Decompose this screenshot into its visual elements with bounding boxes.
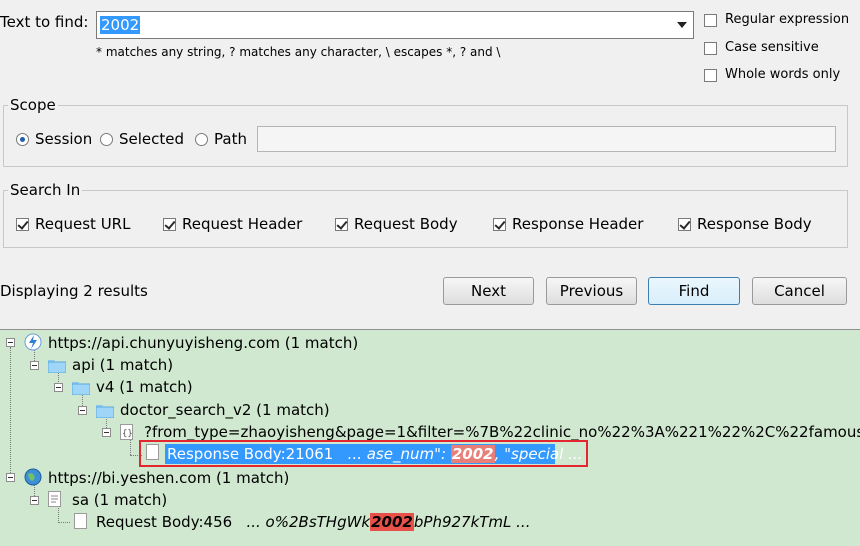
result-context-after: bPh927kTmL ... [413, 513, 531, 531]
result-match: 2002 [450, 445, 495, 463]
result-context-after: , "special ... [494, 445, 583, 463]
tree-guide [58, 505, 59, 523]
path-label: Path [214, 130, 247, 148]
tree-node-request[interactable]: ?from_type=zhaoyisheng&page=1&filter=%7B… [144, 423, 860, 441]
results-tree[interactable]: https://api.chunyuyisheng.com (1 match) … [0, 329, 860, 546]
folder-icon [71, 380, 91, 396]
regex-checkbox[interactable] [704, 13, 717, 27]
path-radio[interactable] [195, 132, 208, 146]
session-label: Session [35, 130, 93, 148]
tree-node-folder[interactable]: api (1 match) [72, 356, 173, 374]
tree-node-folder[interactable]: v4 (1 match) [96, 378, 193, 396]
selected-label: Selected [119, 130, 185, 148]
collapse-toggle[interactable] [6, 473, 15, 482]
request-url-option[interactable]: Request URL [16, 215, 130, 233]
globe-icon [24, 468, 42, 486]
folder-icon [47, 358, 67, 374]
svg-text:{}: {} [122, 429, 133, 439]
request-header-checkbox[interactable] [163, 217, 176, 231]
request-body-label: Request Body [354, 215, 458, 233]
scope-session-option[interactable]: Session [16, 130, 92, 148]
request-url-label: Request URL [35, 215, 131, 233]
tree-node-host[interactable]: https://bi.yeshen.com (1 match) [48, 469, 289, 487]
regex-option[interactable]: Regular expression [704, 12, 849, 28]
search-in-title: Search In [8, 181, 83, 199]
whole-words-label: Whole words only [725, 67, 841, 82]
text-file-icon [48, 491, 61, 507]
response-header-option[interactable]: Response Header [493, 215, 643, 233]
path-input[interactable] [257, 126, 836, 152]
scope-selected-option[interactable]: Selected [100, 130, 184, 148]
tree-node-folder[interactable]: doctor_search_v2 (1 match) [120, 401, 330, 419]
tree-node-host[interactable]: https://api.chunyuyisheng.com (1 match) [48, 334, 358, 352]
wildcard-hint: * matches any string, ? matches any char… [96, 45, 501, 59]
result-context-before: ... ase_num": [347, 445, 451, 463]
tree-node-request[interactable]: sa (1 match) [72, 491, 167, 509]
lightning-globe-icon [24, 333, 42, 351]
result-location: Response Body:21061 [167, 445, 334, 463]
file-icon [74, 513, 87, 529]
scope-path-option[interactable]: Path [195, 130, 247, 148]
result-context-before: ... o%2BsTHgWk [246, 513, 371, 531]
case-sensitive-checkbox[interactable] [704, 41, 717, 55]
result-match: 2002 [370, 513, 414, 531]
case-option[interactable]: Case sensitive [704, 40, 819, 56]
chevron-down-icon[interactable] [670, 12, 693, 38]
find-button[interactable]: Find [648, 277, 740, 305]
whole-words-checkbox[interactable] [704, 68, 717, 82]
previous-button[interactable]: Previous [546, 277, 637, 305]
selected-radio[interactable] [100, 132, 113, 146]
session-radio[interactable] [16, 132, 29, 146]
result-location: Request Body:456 [96, 513, 233, 531]
request-header-label: Request Header [182, 215, 303, 233]
tree-guide [10, 347, 11, 477]
response-header-label: Response Header [512, 215, 644, 233]
request-url-checkbox[interactable] [16, 217, 29, 231]
response-body-label: Response Body [697, 215, 812, 233]
collapse-toggle[interactable] [54, 383, 63, 392]
request-body-checkbox[interactable] [335, 217, 348, 231]
find-text-combobox[interactable]: 2002 [96, 11, 694, 39]
collapse-toggle[interactable] [30, 361, 39, 370]
next-button[interactable]: Next [443, 277, 534, 305]
request-header-option[interactable]: Request Header [163, 215, 302, 233]
cancel-button[interactable]: Cancel [752, 277, 847, 305]
collapse-toggle[interactable] [78, 406, 87, 415]
response-body-checkbox[interactable] [678, 217, 691, 231]
result-row-response-body[interactable]: Response Body:21061 ... ase_num": 2002, … [165, 444, 582, 464]
folder-icon [95, 403, 115, 419]
regex-label: Regular expression [725, 12, 850, 27]
response-body-option[interactable]: Response Body [678, 215, 812, 233]
json-file-icon: {} [120, 424, 133, 440]
results-count: Displaying 2 results [0, 282, 148, 300]
tree-guide [58, 522, 70, 523]
scope-title: Scope [8, 96, 58, 114]
find-label: Text to find: [0, 13, 89, 31]
collapse-toggle[interactable] [6, 338, 15, 347]
result-row-request-body[interactable]: Request Body:456 ... o%2BsTHgWk2002bPh92… [96, 513, 530, 531]
find-text-value[interactable]: 2002 [100, 16, 141, 34]
file-icon [146, 444, 159, 460]
collapse-toggle[interactable] [30, 496, 39, 505]
whole-words-option[interactable]: Whole words only [704, 67, 840, 83]
response-header-checkbox[interactable] [493, 217, 506, 231]
case-sensitive-label: Case sensitive [725, 40, 819, 55]
collapse-toggle[interactable] [102, 428, 111, 437]
request-body-option[interactable]: Request Body [335, 215, 458, 233]
